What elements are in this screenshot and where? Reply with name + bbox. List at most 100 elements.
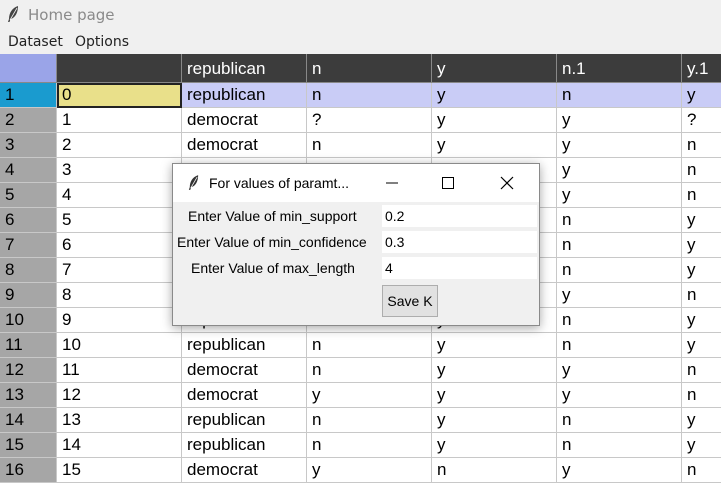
table-cell[interactable]: y [682, 208, 721, 233]
header-y1[interactable]: y.1 [682, 54, 721, 83]
table-cell[interactable]: n [307, 333, 432, 358]
table-cell[interactable]: n [557, 208, 682, 233]
minimize-button[interactable] [379, 170, 405, 196]
row-header[interactable]: 4 [0, 158, 57, 183]
table-cell[interactable]: y [682, 433, 721, 458]
table-cell[interactable]: y [557, 158, 682, 183]
table-cell[interactable]: y [432, 133, 557, 158]
table-cell[interactable]: ? [307, 108, 432, 133]
table-cell[interactable]: 14 [57, 433, 182, 458]
table-cell[interactable]: 6 [57, 233, 182, 258]
table-corner[interactable] [0, 54, 57, 83]
table-cell[interactable]: y [432, 433, 557, 458]
menu-options[interactable]: Options [75, 34, 129, 50]
row-header[interactable]: 3 [0, 133, 57, 158]
table-cell[interactable]: republican [182, 408, 307, 433]
table-cell[interactable]: n [432, 458, 557, 483]
table-cell[interactable]: y [557, 183, 682, 208]
table-cell[interactable]: n [682, 283, 721, 308]
table-cell[interactable]: democrat [182, 383, 307, 408]
row-header[interactable]: 9 [0, 283, 57, 308]
table-cell[interactable]: 7 [57, 258, 182, 283]
table-cell[interactable]: n [682, 158, 721, 183]
header-index[interactable] [57, 54, 182, 83]
row-header[interactable]: 14 [0, 408, 57, 433]
table-cell[interactable]: y [557, 358, 682, 383]
table-cell[interactable]: n [307, 83, 432, 108]
menu-dataset[interactable]: Dataset [8, 34, 63, 50]
row-header[interactable]: 8 [0, 258, 57, 283]
table-cell[interactable]: y [307, 458, 432, 483]
table-cell[interactable]: n [557, 308, 682, 333]
table-cell[interactable]: y [682, 408, 721, 433]
min-confidence-input[interactable] [382, 231, 537, 253]
table-cell[interactable]: y [557, 458, 682, 483]
table-cell[interactable]: y [682, 233, 721, 258]
table-cell[interactable]: n [557, 433, 682, 458]
table-cell[interactable]: democrat [182, 133, 307, 158]
table-cell[interactable]: y [432, 358, 557, 383]
table-cell[interactable]: 1 [57, 108, 182, 133]
table-cell[interactable]: y [682, 333, 721, 358]
table-cell[interactable]: republican [182, 83, 307, 108]
row-header[interactable]: 13 [0, 383, 57, 408]
maximize-button[interactable] [435, 170, 461, 196]
table-cell[interactable]: y [557, 383, 682, 408]
table-cell[interactable]: n [557, 333, 682, 358]
table-cell[interactable]: n [557, 233, 682, 258]
max-length-input[interactable] [382, 257, 537, 279]
table-cell[interactable]: 4 [57, 183, 182, 208]
table-cell[interactable]: y [682, 308, 721, 333]
table-cell[interactable]: n [682, 183, 721, 208]
dialog-titlebar[interactable]: For values of paramt... [173, 164, 539, 202]
row-header[interactable]: 11 [0, 333, 57, 358]
table-cell[interactable]: n [307, 433, 432, 458]
table-cell[interactable]: 2 [57, 133, 182, 158]
table-cell[interactable]: y [557, 133, 682, 158]
table-cell[interactable]: n [557, 258, 682, 283]
table-cell[interactable]: y [432, 333, 557, 358]
table-cell[interactable]: n [307, 358, 432, 383]
table-cell[interactable]: y [682, 83, 721, 108]
table-cell[interactable]: y [432, 108, 557, 133]
table-cell[interactable]: y [557, 283, 682, 308]
row-header[interactable]: 12 [0, 358, 57, 383]
min-support-input[interactable] [382, 205, 537, 227]
table-cell[interactable]: 10 [57, 333, 182, 358]
table-cell[interactable]: n [682, 133, 721, 158]
table-cell[interactable]: 9 [57, 308, 182, 333]
table-cell[interactable]: 3 [57, 158, 182, 183]
header-n[interactable]: n [307, 54, 432, 83]
table-cell[interactable]: y [307, 383, 432, 408]
table-cell[interactable]: 11 [57, 358, 182, 383]
row-header[interactable]: 16 [0, 458, 57, 483]
header-y[interactable]: y [432, 54, 557, 83]
row-header[interactable]: 10 [0, 308, 57, 333]
table-cell[interactable]: 5 [57, 208, 182, 233]
row-header[interactable]: 15 [0, 433, 57, 458]
table-cell[interactable]: democrat [182, 108, 307, 133]
row-header[interactable]: 2 [0, 108, 57, 133]
table-cell[interactable]: n [307, 133, 432, 158]
table-cell[interactable]: y [432, 383, 557, 408]
row-header[interactable]: 6 [0, 208, 57, 233]
table-cell[interactable]: y [432, 83, 557, 108]
table-cell[interactable]: 13 [57, 408, 182, 433]
table-cell[interactable]: n [682, 383, 721, 408]
table-cell[interactable]: ? [682, 108, 721, 133]
save-k-button[interactable]: Save K [382, 285, 438, 317]
row-header[interactable]: 1 [0, 83, 57, 108]
row-header[interactable]: 7 [0, 233, 57, 258]
table-cell[interactable]: y [682, 258, 721, 283]
table-cell[interactable]: democrat [182, 458, 307, 483]
table-cell[interactable]: y [557, 108, 682, 133]
table-cell[interactable]: n [557, 83, 682, 108]
table-cell[interactable]: 8 [57, 283, 182, 308]
table-cell[interactable]: n [307, 408, 432, 433]
table-cell[interactable]: 15 [57, 458, 182, 483]
table-cell[interactable]: 12 [57, 383, 182, 408]
table-cell[interactable]: n [682, 358, 721, 383]
active-cell[interactable]: 0 [57, 83, 182, 108]
table-cell[interactable]: democrat [182, 358, 307, 383]
table-cell[interactable]: n [557, 408, 682, 433]
